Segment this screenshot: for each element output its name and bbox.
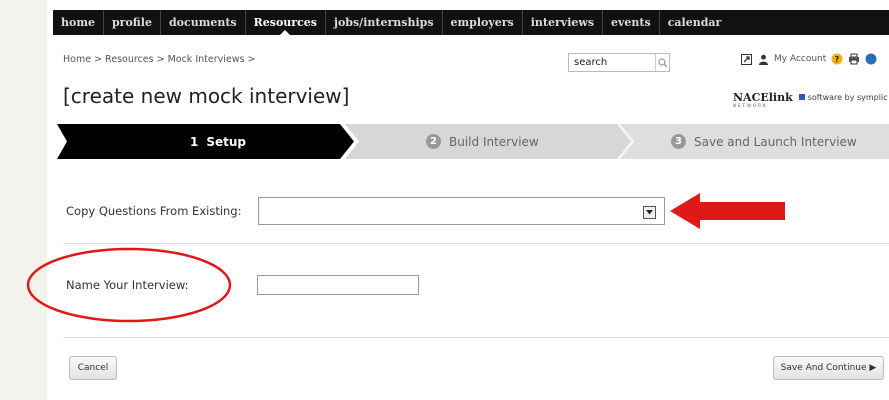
search-icon[interactable] [655,54,669,71]
step-2-number: 2 [426,134,441,149]
name-interview-label: Name Your Interview: [66,278,189,292]
footer-divider [63,337,889,338]
copy-questions-select[interactable] [258,197,665,225]
step-2-label: Build Interview [449,134,539,149]
brand-logo: NACElink NETWORK software by symplic [733,86,888,108]
name-interview-input[interactable] [257,275,419,295]
svg-text:?: ? [835,55,840,64]
copy-questions-label: Copy Questions From Existing: [66,204,242,218]
help-icon[interactable]: ? [831,53,843,65]
my-account-link[interactable]: My Account [774,54,826,64]
step-setup[interactable]: 1 Setup [190,124,246,159]
external-link-icon[interactable] [740,53,752,65]
cancel-button[interactable]: Cancel [69,356,117,380]
step-build-interview[interactable]: 2 Build Interview [426,124,539,159]
symplicity-logo: software by symplic [798,93,888,102]
top-nav: home profile documents Resources jobs/in… [53,10,889,35]
print-icon[interactable] [848,53,860,65]
nacelink-logo: NACElink NETWORK [733,91,793,108]
step-3-label: Save and Launch Interview [694,134,857,149]
nav-resources[interactable]: Resources [246,10,326,35]
breadcrumb[interactable]: Home > Resources > Mock Interviews > [63,54,255,65]
save-continue-button[interactable]: Save And Continue ▶ [773,356,884,380]
nav-jobs-internships[interactable]: jobs/internships [326,10,443,35]
search-input[interactable] [569,57,655,68]
nav-calendar[interactable]: calendar [660,10,730,35]
nav-employers[interactable]: employers [443,10,523,35]
left-gutter [0,0,47,400]
nav-documents[interactable]: documents [161,10,246,35]
wizard-steps: 1 Setup 2 Build Interview 3 Save and Lau… [57,124,889,159]
step-1-label: Setup [206,134,247,149]
info-icon[interactable] [865,53,877,65]
nav-profile[interactable]: profile [104,10,161,35]
chevron-down-icon[interactable] [643,206,656,219]
account-bar: My Account ? [740,53,877,65]
user-icon [757,53,769,65]
form-divider [63,243,889,244]
nav-events[interactable]: events [603,10,660,35]
page-title: [create new mock interview] [63,84,350,108]
nav-interviews[interactable]: interviews [523,10,604,35]
step-3-number: 3 [671,134,686,149]
step-1-number: 1 [190,134,199,149]
step-save-launch[interactable]: 3 Save and Launch Interview [671,124,857,159]
nav-home[interactable]: home [53,10,104,35]
red-arrow-annotation [670,193,785,229]
search-box [568,53,670,72]
